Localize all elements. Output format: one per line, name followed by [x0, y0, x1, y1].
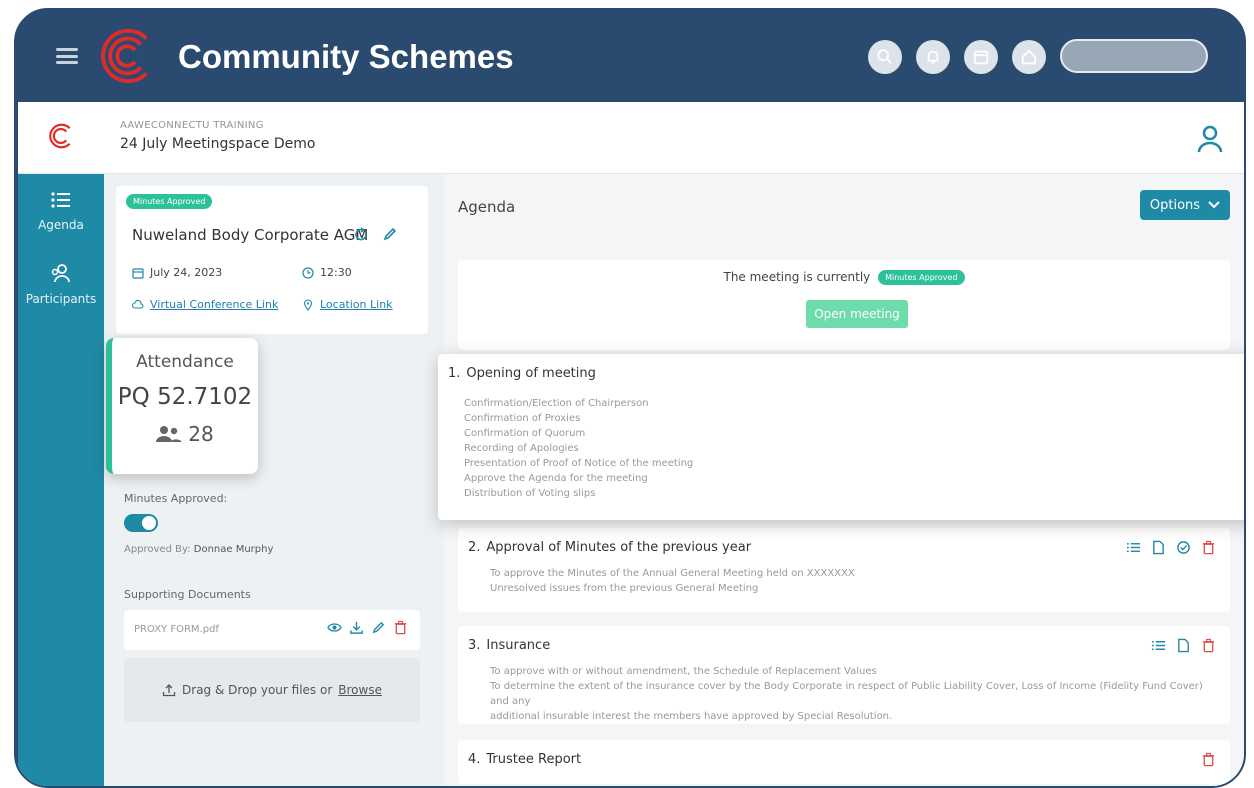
- meeting-status-card: The meeting is currently Minutes Approve…: [458, 260, 1230, 350]
- edit-icon[interactable]: [382, 226, 398, 242]
- upload-icon: [162, 684, 176, 697]
- trash-icon[interactable]: [393, 620, 408, 635]
- options-button[interactable]: Options: [1140, 190, 1230, 220]
- agenda-item-number: 4.: [468, 752, 481, 767]
- calendar-icon: [132, 267, 144, 279]
- minutes-approved-toggle[interactable]: [124, 514, 158, 532]
- browse-link[interactable]: Browse: [338, 683, 382, 697]
- location: Location Link: [302, 298, 393, 311]
- people-icon: [156, 426, 183, 442]
- agenda-item-number: 3.: [468, 638, 481, 653]
- download-icon[interactable]: [349, 620, 364, 635]
- view-icon[interactable]: [327, 620, 342, 635]
- meeting-name: Nuweland Body Corporate AGM: [132, 226, 369, 244]
- open-meeting-button[interactable]: Open meeting: [806, 300, 908, 328]
- edit-icon[interactable]: [371, 620, 386, 635]
- sidebar-item-label: Participants: [25, 292, 97, 306]
- bell-icon[interactable]: [916, 40, 950, 74]
- attendance-pq: PQ 52.7102: [117, 384, 253, 410]
- meeting-date: July 24, 2023: [132, 266, 222, 279]
- options-label: Options: [1149, 197, 1201, 213]
- supporting-documents-label: Supporting Documents: [124, 588, 251, 601]
- app-title: Community Schemes: [178, 38, 514, 75]
- document-icon[interactable]: [1176, 638, 1191, 653]
- document-row: PROXY FORM.pdf: [124, 610, 420, 650]
- agenda-item-title: 2. Approval of Minutes of the previous ye…: [468, 540, 752, 555]
- user-icon[interactable]: [1196, 124, 1224, 154]
- home-icon[interactable]: [1012, 40, 1046, 74]
- attendance-count-value: 28: [188, 422, 214, 446]
- community-schemes-logo: [101, 28, 148, 84]
- clock-icon: [302, 266, 314, 279]
- attendance-count: 28: [112, 422, 258, 446]
- agenda-item-title: 3. Insurance: [468, 638, 551, 653]
- meeting-details-column: Minutes Approved Nuweland Body Corporate…: [106, 174, 434, 786]
- meeting-card: Minutes Approved Nuweland Body Corporate…: [116, 186, 428, 334]
- document-icon[interactable]: [1151, 540, 1166, 555]
- virtual-conference-link[interactable]: Virtual Conference Link: [150, 298, 278, 311]
- agenda-item-number: 2.: [468, 540, 481, 555]
- cloud-icon: [132, 299, 144, 309]
- calendar-icon[interactable]: [964, 40, 998, 74]
- status-badge: Minutes Approved: [878, 270, 965, 285]
- side-nav: Agenda Participants: [18, 174, 104, 786]
- agenda-title: Agenda: [458, 198, 516, 216]
- location-pin-icon: [303, 298, 313, 311]
- status-text: The meeting is currently: [723, 270, 871, 284]
- meetingspace-name: 24 July Meetingspace Demo: [120, 136, 316, 152]
- status-line: The meeting is currently Minutes Approve…: [458, 270, 1230, 285]
- agenda-item-title: 1. Opening of meeting: [448, 366, 596, 381]
- hamburger-menu-icon[interactable]: [56, 48, 78, 64]
- agenda-item-description: To approve with or without amendment, th…: [490, 666, 1203, 722]
- list-icon: [51, 192, 70, 208]
- agenda-item[interactable]: 3. Insurance To approve with or without a…: [458, 626, 1230, 724]
- user-menu-pill[interactable]: [1060, 39, 1208, 73]
- participants-icon: [51, 264, 70, 283]
- agenda-column: Agenda Options The meeting is currently …: [438, 174, 1244, 786]
- meeting-time: 12:30: [302, 266, 352, 279]
- org-name: AAWECONNECTU TRAINING: [120, 120, 264, 131]
- file-dropzone[interactable]: Drag & Drop your files or Browse: [124, 658, 420, 722]
- approver-name: Donnae Murphy: [193, 544, 274, 555]
- app-window: Community Schemes AAWECONNECTU TRAINING …: [14, 8, 1246, 788]
- sidebar-item-agenda[interactable]: Agenda: [18, 188, 104, 232]
- attendance-title: Attendance: [136, 352, 234, 372]
- document-name: PROXY FORM.pdf: [134, 624, 219, 635]
- agenda-item-description: Confirmation/Election of Chairperson Con…: [464, 398, 694, 499]
- approved-by: Approved By: Donnae Murphy: [124, 544, 274, 555]
- trash-icon[interactable]: [1201, 638, 1216, 653]
- agenda-item-title: 4. Trustee Report: [468, 752, 582, 767]
- agenda-item[interactable]: 1. Opening of meeting Confirmation/Electi…: [438, 354, 1244, 520]
- search-icon[interactable]: [868, 40, 902, 74]
- list-icon[interactable]: [1126, 540, 1141, 555]
- chevron-down-icon: [1208, 201, 1220, 209]
- top-bar: Community Schemes: [16, 10, 1244, 102]
- agenda-item-number: 1.: [448, 366, 461, 381]
- time-text: 12:30: [320, 266, 352, 279]
- list-icon[interactable]: [1151, 638, 1166, 653]
- check-circle-icon[interactable]: [1176, 540, 1191, 555]
- agenda-item[interactable]: 4. Trustee Report: [458, 740, 1230, 784]
- virtual-conference: Virtual Conference Link: [132, 298, 278, 311]
- attendance-card: Attendance PQ 52.7102 28: [106, 338, 258, 474]
- sidebar-item-label: Agenda: [38, 218, 84, 232]
- minutes-approved-label: Minutes Approved:: [124, 492, 228, 505]
- sub-header: AAWECONNECTU TRAINING 24 July Meetingspa…: [18, 102, 1244, 174]
- refresh-icon[interactable]: [354, 226, 370, 242]
- minutes-approved-badge: Minutes Approved: [126, 194, 213, 209]
- small-logo: [49, 123, 71, 149]
- trash-icon[interactable]: [1201, 752, 1216, 767]
- dropzone-text: Drag & Drop your files or: [182, 683, 333, 697]
- agenda-item[interactable]: 2. Approval of Minutes of the previous ye…: [458, 528, 1230, 612]
- content-area: AAWECONNECTU TRAINING 24 July Meetingspa…: [18, 102, 1244, 786]
- sidebar-item-participants[interactable]: Participants: [18, 262, 104, 306]
- agenda-item-description: To approve the Minutes of the Annual Gen…: [490, 568, 855, 594]
- location-link[interactable]: Location Link: [320, 298, 393, 311]
- trash-icon[interactable]: [1201, 540, 1216, 555]
- date-text: July 24, 2023: [150, 266, 223, 279]
